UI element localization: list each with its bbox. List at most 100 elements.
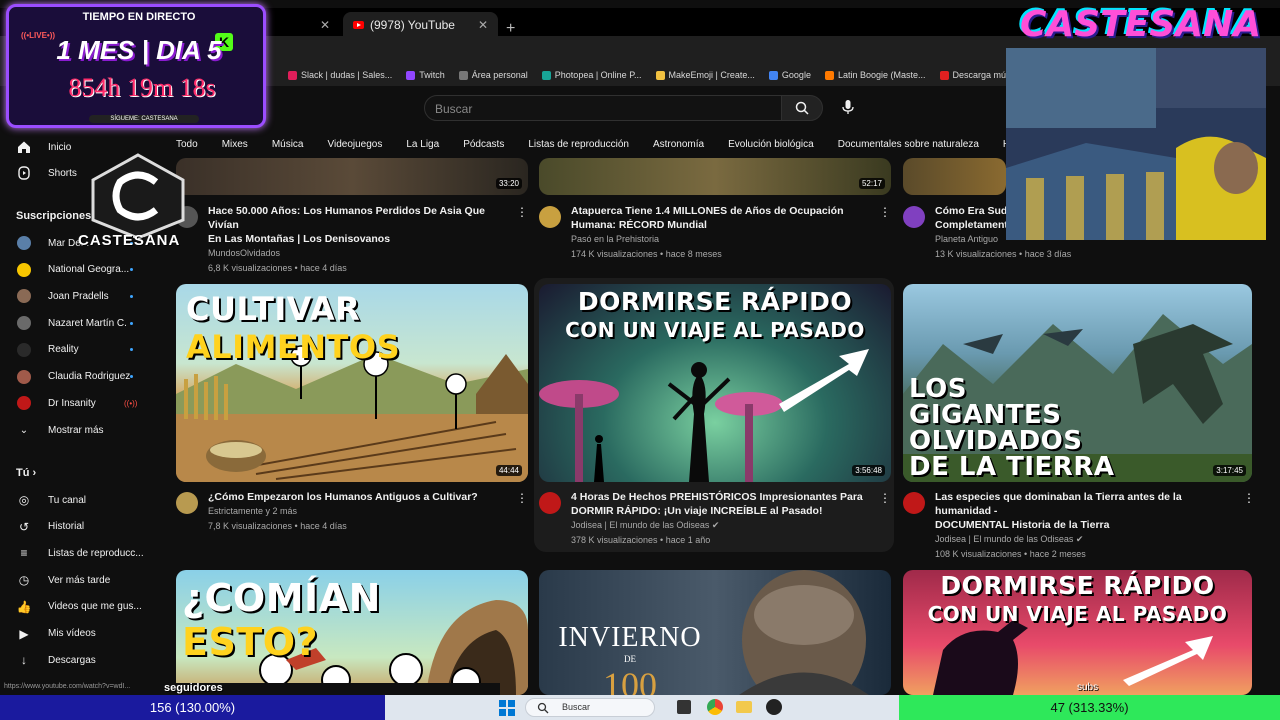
sidebar-item-you[interactable]: ▶ Mis vídeos bbox=[0, 623, 150, 645]
live-broadcast-icon: ((•)) bbox=[124, 398, 138, 408]
video-thumbnail[interactable]: INVIERNO DE 100 AÑOS bbox=[539, 570, 891, 695]
sidebar-item-subscription[interactable]: Reality bbox=[0, 339, 150, 361]
overlay-header: TIEMPO EN DIRECTO bbox=[82, 11, 196, 23]
category-chip[interactable]: Listas de reproducción bbox=[528, 137, 629, 152]
sidebar-item-subscription[interactable]: National Geogra... bbox=[0, 259, 150, 281]
category-chip[interactable]: La Liga bbox=[406, 137, 439, 152]
video-title[interactable]: Atapuerca Tiene 1.4 MILLONES de Años de … bbox=[571, 204, 871, 218]
video-title[interactable]: DORMIR RÁPIDO: ¡Un viaje INCREÍBLE al Pa… bbox=[571, 504, 871, 518]
more-options-icon[interactable]: ⋮ bbox=[879, 491, 891, 505]
category-chip[interactable]: Astronomía bbox=[653, 137, 704, 152]
category-chip[interactable]: Evolución biológica bbox=[728, 137, 814, 152]
category-chip[interactable]: Documentales sobre naturaleza bbox=[838, 137, 979, 152]
category-chip[interactable]: Videojuegos bbox=[328, 137, 383, 152]
thumbnail-text: ¿COMÍAN ESTO? bbox=[182, 576, 528, 664]
video-title[interactable]: DOCUMENTAL Historia de la Tierra bbox=[935, 518, 1235, 532]
channel-name[interactable]: Estrictamente y 2 más bbox=[208, 504, 508, 519]
thumbnail-text: DORMIRSE RÁPIDO CON UN VIAJE AL PASADO bbox=[903, 572, 1252, 628]
sidebar-item-you[interactable]: ◎ Tu canal bbox=[0, 489, 150, 511]
video-stats: 108 K visualizaciones • hace 2 meses bbox=[935, 549, 1086, 559]
video-title[interactable]: 4 Horas De Hechos PREHISTÓRICOS Impresio… bbox=[571, 490, 871, 504]
sidebar-item-you[interactable]: ≡ Listas de reproducc... bbox=[0, 542, 150, 564]
avatar bbox=[17, 369, 31, 384]
channel-avatar[interactable] bbox=[903, 492, 925, 514]
bookmark-item[interactable]: Photopea | Online P... bbox=[541, 70, 642, 80]
file-explorer-icon[interactable] bbox=[736, 701, 752, 713]
close-tab-icon[interactable]: ✕ bbox=[478, 18, 488, 32]
sidebar-item-you[interactable]: 👍 Videos que me gus... bbox=[0, 596, 150, 618]
video-thumbnail[interactable]: 33:20 bbox=[176, 158, 528, 195]
video-thumbnail[interactable]: 52:17 bbox=[539, 158, 891, 195]
followers-label: seguidores bbox=[164, 682, 223, 694]
video-duration: 52:17 bbox=[858, 178, 885, 189]
video-title[interactable]: En Las Montañas | Los Denisovanos bbox=[208, 232, 508, 246]
video-thumbnail[interactable] bbox=[903, 158, 1006, 195]
bookmark-item[interactable]: Latin Boogie (Maste... bbox=[824, 70, 926, 80]
more-options-icon[interactable]: ⋮ bbox=[1243, 491, 1255, 505]
video-thumbnail[interactable]: LOS GIGANTES OLVIDADOS DE LA TIERRA 3:17… bbox=[903, 284, 1252, 482]
category-chip[interactable]: Pódcasts bbox=[463, 137, 504, 152]
followers-goal-bar: seguidores 156 (130.00%) bbox=[0, 682, 385, 720]
channel-avatar[interactable] bbox=[539, 206, 561, 228]
bookmark-item[interactable]: Slack | dudas | Sales... bbox=[288, 70, 392, 80]
thumbnail-text-line: CON UN VIAJE AL PASADO bbox=[565, 318, 865, 342]
bookmark-item[interactable]: Google bbox=[768, 70, 811, 80]
sidebar-item-subscription[interactable]: Claudia Rodriguez bbox=[0, 366, 150, 388]
voice-search-button[interactable] bbox=[838, 97, 858, 117]
browser-tab-youtube[interactable]: (9978) YouTube ✕ bbox=[343, 12, 498, 38]
category-chip[interactable]: Música bbox=[272, 137, 304, 152]
thumbnail-text-line: DORMIRSE RÁPIDO bbox=[940, 571, 1215, 600]
sidebar-item-subscription[interactable]: Joan Pradells bbox=[0, 285, 150, 307]
more-options-icon[interactable]: ⋮ bbox=[516, 491, 528, 505]
video-title[interactable]: Hace 50.000 Años: Los Humanos Perdidos D… bbox=[208, 204, 508, 232]
video-thumbnail[interactable]: DORMIRSE RÁPIDO CON UN VIAJE AL PASADO bbox=[903, 570, 1252, 695]
sidebar-item-subscription[interactable]: Dr Insanity ((•)) bbox=[0, 392, 150, 414]
sidebar-item-you[interactable]: ↺ Historial bbox=[0, 516, 150, 538]
channel-name[interactable]: MundosOlvidados bbox=[208, 246, 508, 261]
channel-avatar bbox=[17, 262, 31, 277]
channel-avatar[interactable] bbox=[176, 492, 198, 514]
video-title[interactable]: Humana: RÉCORD Mundial bbox=[571, 218, 871, 232]
category-chip[interactable]: Mixes bbox=[222, 137, 248, 152]
video-thumbnail[interactable]: CULTIVAR ALIMENTOS 44:44 bbox=[176, 284, 528, 482]
sidebar-item-show-more[interactable]: ⌄ Mostrar más bbox=[0, 419, 150, 441]
bookmark-item[interactable]: Twitch bbox=[406, 70, 445, 80]
video-metadata: ¿Cómo Empezaron los Humanos Antiguos a C… bbox=[208, 490, 508, 534]
channel-name[interactable]: Pasó en la Prehistoria bbox=[571, 232, 871, 247]
channel-name[interactable]: Jodisea | El mundo de las Odiseas ✔ bbox=[571, 518, 871, 533]
subs-goal-bar: subs 47 (313.33%) bbox=[899, 682, 1280, 720]
windows-start-icon[interactable] bbox=[499, 700, 515, 716]
sidebar-item-label: Tu canal bbox=[48, 494, 86, 506]
task-view-icon[interactable] bbox=[677, 700, 691, 714]
sidebar-item-you[interactable]: ↓ Descargas bbox=[0, 649, 150, 671]
new-content-dot-icon bbox=[130, 321, 133, 325]
you-heading[interactable]: Tú › bbox=[16, 467, 36, 479]
microphone-icon bbox=[842, 100, 854, 114]
sidebar-item-label: Inicio bbox=[48, 141, 72, 153]
channel-name[interactable]: Jodisea | El mundo de las Odiseas ✔ bbox=[935, 532, 1235, 547]
search-button[interactable] bbox=[781, 95, 823, 121]
sidebar-item-label: Claudia Rodriguez bbox=[48, 371, 131, 382]
webcam-overlay bbox=[1006, 48, 1266, 240]
thumbnail-text-line: DE LA TIERRA bbox=[909, 452, 1115, 482]
channel-avatar[interactable] bbox=[903, 206, 925, 228]
channel-avatar[interactable] bbox=[539, 492, 561, 514]
video-thumbnail[interactable]: DORMIRSE RÁPIDO CON UN VIAJE AL PASADO 3… bbox=[539, 284, 891, 482]
new-content-dot-icon bbox=[130, 268, 133, 272]
more-options-icon[interactable]: ⋮ bbox=[879, 205, 891, 219]
video-title[interactable]: ¿Cómo Empezaron los Humanos Antiguos a C… bbox=[208, 490, 508, 504]
sidebar-item-label: Joan Pradells bbox=[48, 290, 109, 302]
obs-icon[interactable] bbox=[766, 699, 782, 715]
bookmark-item[interactable]: Área personal bbox=[458, 70, 528, 80]
bookmark-item[interactable]: MakeEmoji | Create... bbox=[655, 70, 755, 80]
close-tab-icon[interactable]: ✕ bbox=[320, 18, 330, 32]
more-options-icon[interactable]: ⋮ bbox=[516, 205, 528, 219]
sidebar-item-you[interactable]: ◷ Ver más tarde bbox=[0, 569, 150, 591]
video-thumbnail[interactable]: ¿COMÍAN ESTO? bbox=[176, 570, 528, 695]
sidebar-item-subscription[interactable]: Nazaret Martín C. bbox=[0, 312, 150, 334]
video-stats: 13 K visualizaciones • hace 3 días bbox=[935, 249, 1072, 259]
new-content-dot-icon bbox=[130, 348, 133, 352]
search-input[interactable]: Buscar bbox=[424, 95, 782, 121]
video-title[interactable]: Las especies que dominaban la Tierra ant… bbox=[935, 490, 1235, 518]
chrome-icon[interactable] bbox=[707, 699, 723, 715]
